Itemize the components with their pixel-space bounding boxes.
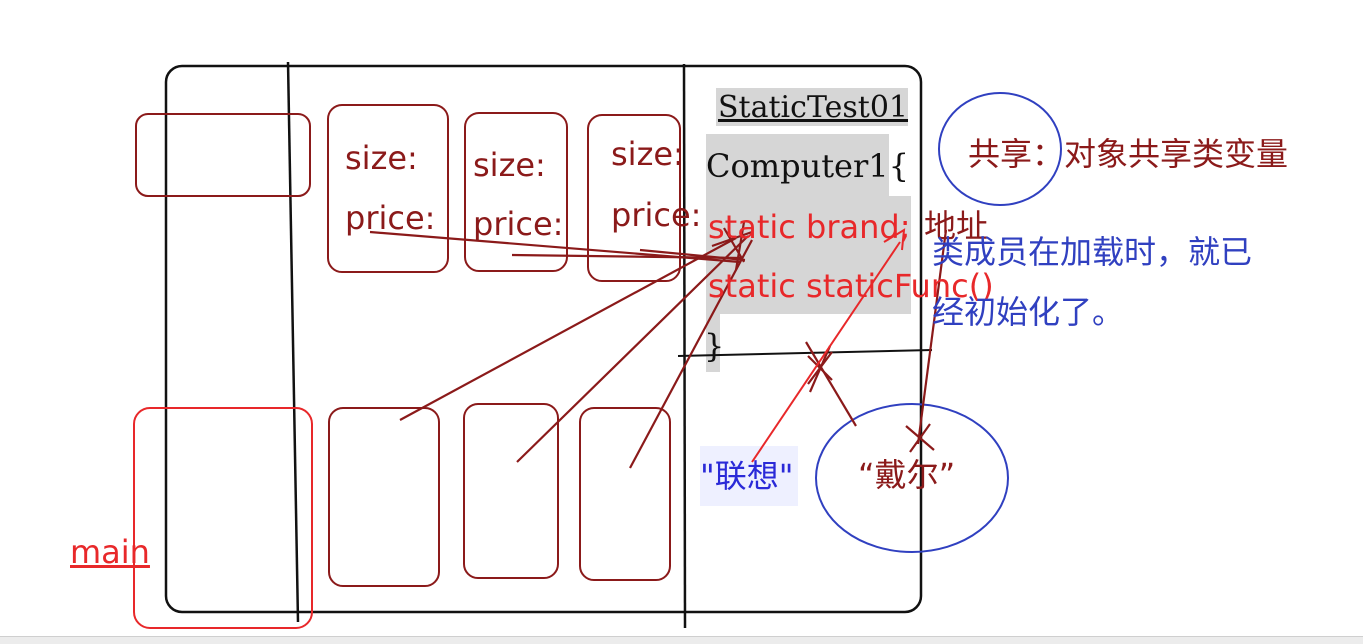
- size-label: size:: [473, 146, 546, 184]
- price-label: price:: [473, 205, 564, 243]
- init-note-line1: 类成员在加载时，就已: [932, 233, 1253, 271]
- stack-divider: [286, 61, 300, 623]
- memory-diagram: [133, 61, 1062, 629]
- object-box-1: [327, 104, 449, 273]
- dell-value: “戴尔”: [858, 456, 956, 494]
- init-note-line2: 经初始化了。: [932, 293, 1125, 331]
- object-box-5: [463, 403, 559, 579]
- class-decl: Computer1{: [706, 147, 909, 185]
- method-area-divider: [682, 63, 687, 629]
- stack-box-main: [133, 407, 313, 629]
- object-box-4: [328, 407, 440, 587]
- static-brand: static brand;: [708, 208, 911, 246]
- main-label: main: [70, 533, 150, 571]
- lenovo-value: "联想": [700, 457, 794, 495]
- shared-note: 共享：对象共享类变量: [968, 135, 1289, 173]
- size-label: size:: [611, 135, 684, 173]
- object-box-6: [579, 407, 671, 581]
- class-title: StaticTest01: [718, 90, 909, 125]
- close-brace: }: [704, 327, 725, 365]
- size-label: size:: [345, 139, 418, 177]
- stack-box-top: [135, 113, 311, 197]
- price-label: price:: [345, 199, 436, 237]
- price-label: price:: [611, 196, 702, 234]
